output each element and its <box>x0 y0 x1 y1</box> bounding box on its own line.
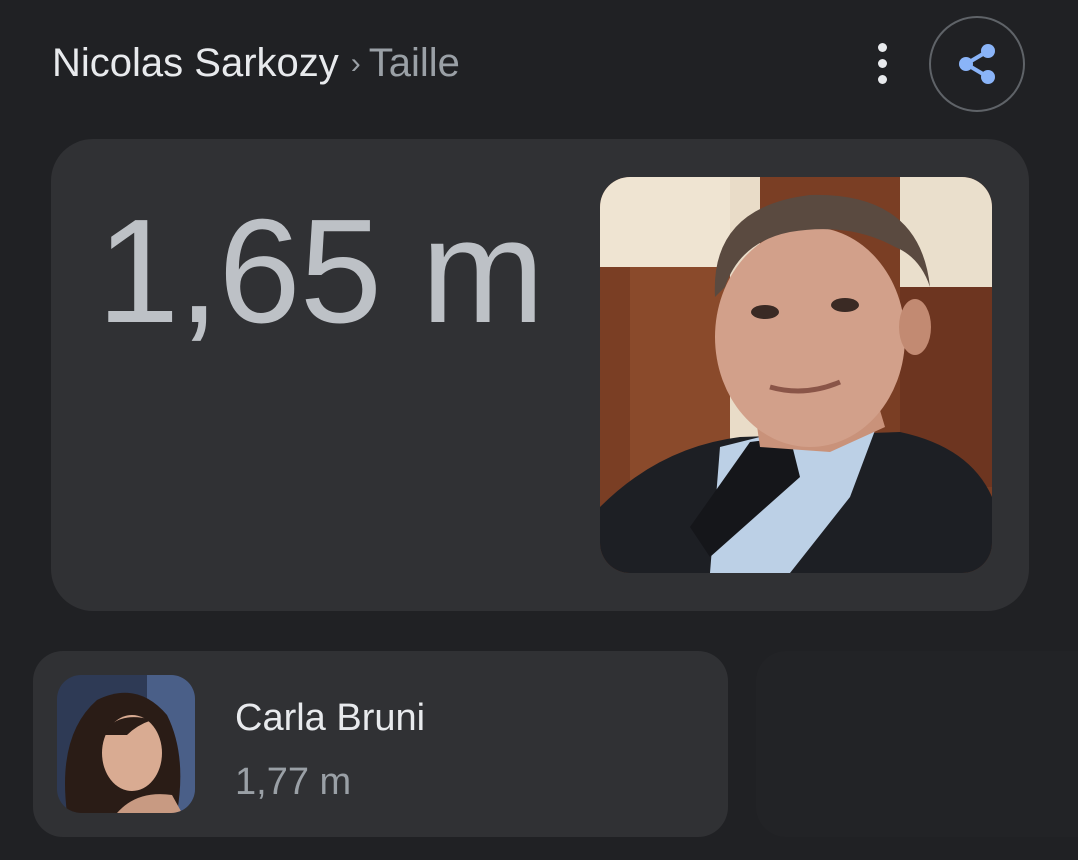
share-button[interactable] <box>929 16 1025 112</box>
breadcrumb-entity[interactable]: Nicolas Sarkozy <box>52 41 339 85</box>
more-options-button[interactable] <box>862 40 902 86</box>
related-person-card[interactable]: Carla Bruni 1,77 m <box>33 651 728 837</box>
related-person-name: Carla Bruni <box>235 697 426 739</box>
share-icon <box>959 44 995 84</box>
more-vert-icon-dot <box>877 74 887 84</box>
height-value: 1,65 m <box>97 189 544 354</box>
next-related-card[interactable] <box>756 651 1078 837</box>
breadcrumb-separator: › <box>350 47 361 80</box>
breadcrumb-attribute: Taille <box>368 41 460 85</box>
breadcrumb: Nicolas Sarkozy › Taille <box>52 38 460 92</box>
related-person-height: 1,77 m <box>235 761 352 803</box>
height-answer-card: 1,65 m <box>51 139 1029 611</box>
more-vert-icon-dot <box>877 58 887 68</box>
related-person-photo <box>57 675 195 813</box>
knowledge-panel: Nicolas Sarkozy › Taille 1,65 m Carla Br… <box>0 0 1078 860</box>
more-vert-icon <box>877 42 887 52</box>
portrait-photo[interactable] <box>600 177 992 573</box>
